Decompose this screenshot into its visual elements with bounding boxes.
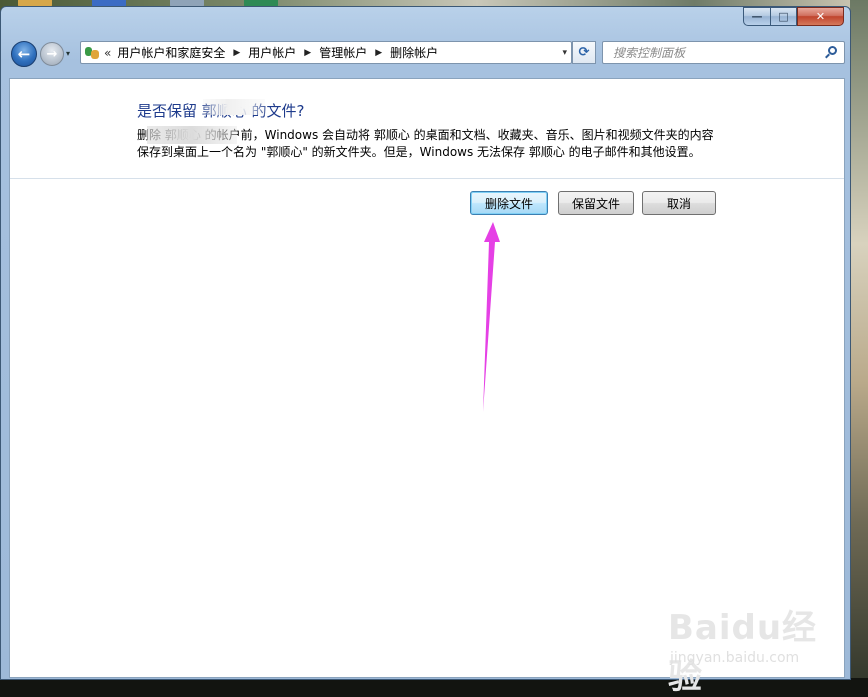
annotation-arrow [483,222,500,412]
arrow-shape [483,222,500,412]
watermark-url: jingyan.baidu.com [670,650,800,666]
baidu-watermark: Baidu经验 jingyan.baidu.com [662,600,832,697]
watermark-logo: Baidu经验 [668,608,818,697]
